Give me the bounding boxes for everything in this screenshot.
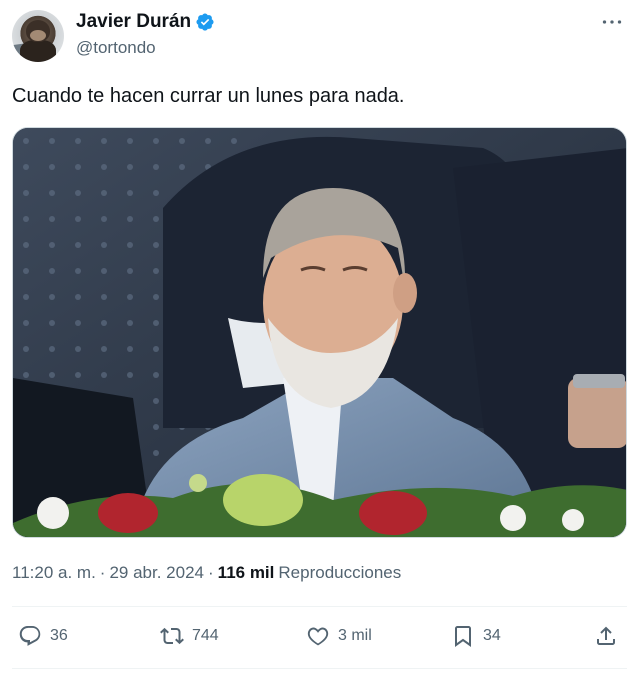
bookmark-icon [455,626,471,647]
divider-top [12,606,627,607]
retweet-count: 744 [192,627,219,644]
tweet-header: Javier Durán @tortondo [12,10,627,62]
views-label: Reproducciones [278,563,402,582]
author-names: Javier Durán @tortondo [76,10,215,60]
reply-icon [19,626,41,646]
more-options-icon[interactable] [599,12,625,32]
tweet-meta: 11:20 a. m. · 29 abr. 2024 · 116 mil Rep… [12,562,401,584]
tweet-date[interactable]: 29 abr. 2024 [109,562,204,584]
avatar-body [20,40,56,62]
author-avatar[interactable] [12,10,64,62]
retweet-button[interactable]: 744 [160,624,219,648]
tweet-time[interactable]: 11:20 a. m. [12,562,96,584]
share-button[interactable] [594,624,618,648]
meta-separator: · [208,563,214,582]
reply-button[interactable]: 36 [18,624,68,648]
reply-count: 36 [50,627,68,644]
author-handle[interactable]: @tortondo [76,36,215,60]
like-count: 3 mil [338,627,372,644]
tweet-photo[interactable] [12,127,627,538]
retweet-icon [160,627,184,645]
share-icon [597,626,615,645]
avatar-muzzle [30,30,46,41]
photo-illustration [13,128,626,537]
action-bar: 36 744 3 mil 34 [12,620,627,656]
author-display-name[interactable]: Javier Durán [76,10,215,34]
tweet-text: Cuando te hacen currar un lunes para nad… [12,85,405,107]
verified-badge-icon[interactable] [195,12,215,32]
heart-icon [307,627,329,646]
display-name-text[interactable]: Javier Durán [76,10,191,34]
bookmark-button[interactable]: 34 [451,624,501,648]
meta-separator: · [99,563,106,582]
bookmark-count: 34 [483,627,501,644]
divider-bottom [12,668,627,669]
like-button[interactable]: 3 mil [306,624,372,648]
views-count[interactable]: 116 mil [218,562,275,584]
